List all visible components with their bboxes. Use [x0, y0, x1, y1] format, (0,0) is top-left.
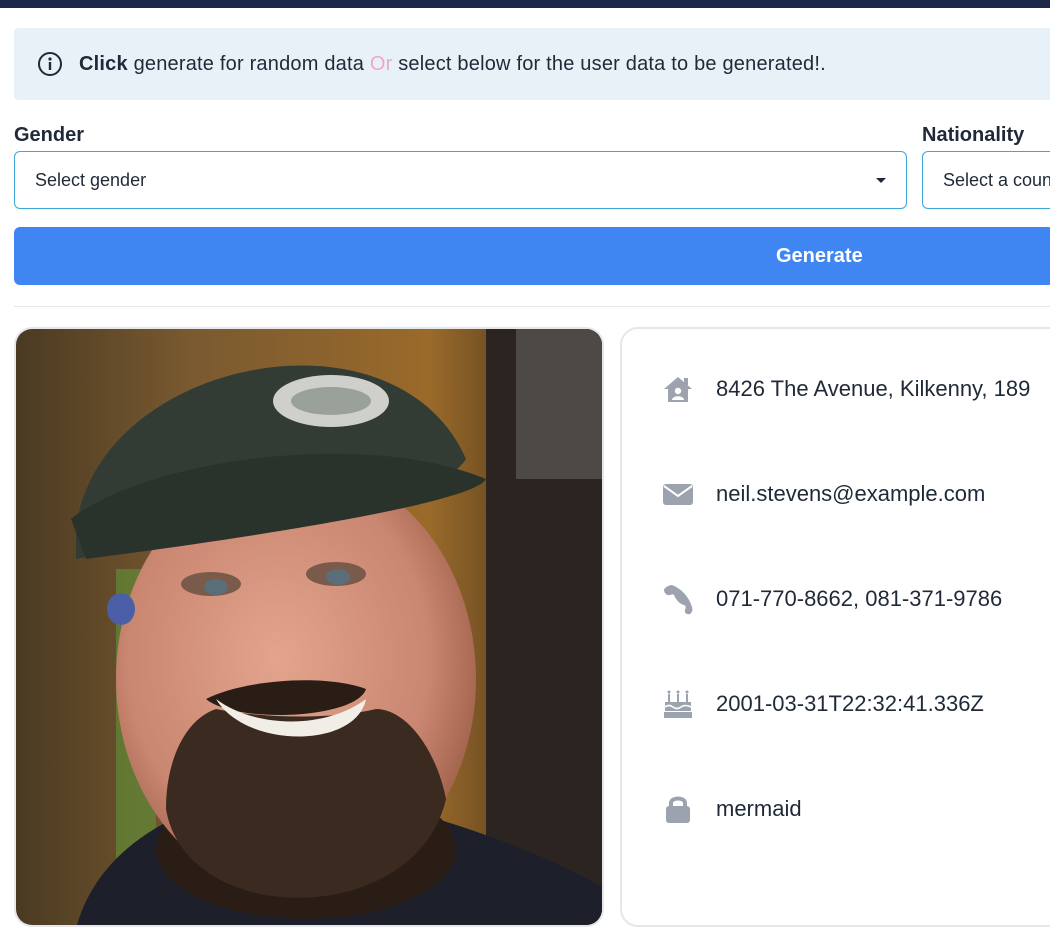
dob-text: 2001-03-31T22:32:41.336Z: [716, 691, 984, 716]
nationality-select[interactable]: Select a coun: [922, 151, 1050, 209]
phone-icon: [662, 583, 694, 615]
caret-down-icon: [876, 178, 886, 183]
phone-row: 071-770-8662, 081-371-9786: [662, 579, 1002, 619]
dob-row: 2001-03-31T22:32:41.336Z: [662, 684, 984, 724]
password-text: mermaid: [716, 796, 802, 821]
info-icon: [37, 51, 63, 77]
user-details-card: 8426 The Avenue, Kilkenny, 189 neil.stev…: [620, 327, 1050, 927]
birthday-cake-icon: [662, 688, 694, 720]
info-click-word: Click: [79, 52, 128, 75]
house-user-icon: [662, 373, 694, 405]
info-or-word: Or: [369, 52, 393, 75]
nationality-label: Nationality: [922, 124, 1025, 146]
divider: [14, 306, 1050, 307]
gender-select-value: Select gender: [35, 169, 147, 190]
password-row: mermaid: [662, 789, 802, 829]
top-nav-bar: [0, 0, 1050, 8]
gender-select[interactable]: Select gender: [14, 151, 907, 209]
email-text: neil.stevens@example.com: [716, 481, 986, 506]
user-photo: [16, 329, 602, 925]
address-row: 8426 The Avenue, Kilkenny, 189: [662, 369, 1030, 409]
email-row: neil.stevens@example.com: [662, 474, 985, 514]
info-text: Click generate for random data Or select…: [79, 53, 826, 76]
gender-label: Gender: [14, 124, 85, 146]
info-text-part2: select below for the user data to be gen…: [392, 52, 826, 75]
phone-text: 071-770-8662, 081-371-9786: [716, 586, 1003, 611]
generate-button[interactable]: Generate: [14, 227, 1050, 285]
nationality-select-value: Select a coun: [943, 169, 1050, 190]
address-text: 8426 The Avenue, Kilkenny, 189: [716, 376, 1031, 401]
info-text-part1: generate for random data: [127, 52, 370, 75]
user-photo-card: [14, 327, 604, 927]
envelope-icon: [662, 478, 694, 510]
info-banner: Click generate for random data Or select…: [14, 28, 1050, 100]
lock-icon: [662, 793, 694, 825]
